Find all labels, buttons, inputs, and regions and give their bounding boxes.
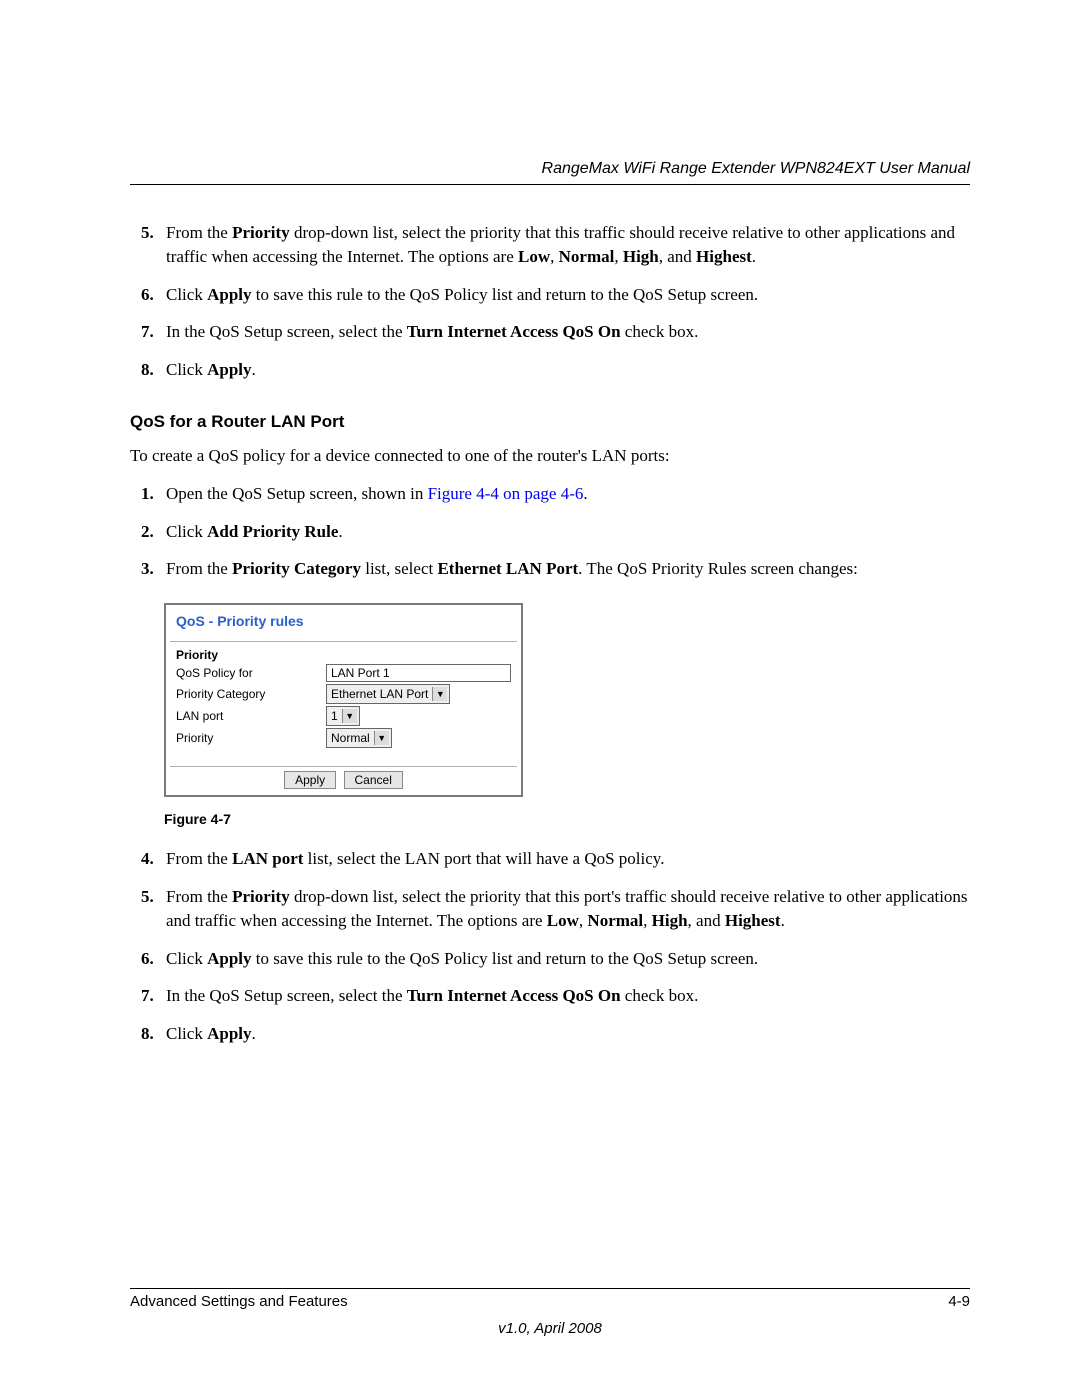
list-item: Click Apply to save this rule to the QoS… — [158, 283, 970, 307]
row-priority-category: Priority Category Ethernet LAN Port ▼ — [176, 684, 511, 704]
chevron-down-icon: ▼ — [374, 731, 389, 745]
input-policy-for[interactable] — [326, 664, 511, 682]
numbered-list-2: Open the QoS Setup screen, shown in Figu… — [158, 482, 970, 581]
label-lan-port: LAN port — [176, 709, 326, 723]
list-item: In the QoS Setup screen, select the Turn… — [158, 984, 970, 1008]
label-priority-category: Priority Category — [176, 687, 326, 701]
label-policy-for: QoS Policy for — [176, 666, 326, 680]
figure-caption: Figure 4-7 — [164, 811, 970, 827]
cancel-button[interactable]: Cancel — [344, 771, 403, 789]
header-title: RangeMax WiFi Range Extender WPN824EXT U… — [542, 160, 970, 177]
figure-button-row: Apply Cancel — [170, 766, 517, 795]
footer-right: 4-9 — [948, 1293, 970, 1310]
list-item: In the QoS Setup screen, select the Turn… — [158, 320, 970, 344]
select-lan-port[interactable]: 1 ▼ — [326, 706, 360, 726]
section-heading: QoS for a Router LAN Port — [130, 412, 970, 432]
section-intro: To create a QoS policy for a device conn… — [130, 444, 970, 468]
footer-rule — [130, 1288, 970, 1289]
figure-4-7: QoS - Priority rules Priority QoS Policy… — [164, 603, 970, 797]
page-header: RangeMax WiFi Range Extender WPN824EXT U… — [130, 160, 970, 185]
priority-section-label: Priority — [176, 648, 511, 662]
qos-priority-rules-panel: QoS - Priority rules Priority QoS Policy… — [164, 603, 523, 797]
list-item: From the Priority Category list, select … — [158, 557, 970, 581]
list-item: Click Add Priority Rule. — [158, 520, 970, 544]
list-item: Click Apply. — [158, 1022, 970, 1046]
select-priority[interactable]: Normal ▼ — [326, 728, 392, 748]
apply-button[interactable]: Apply — [284, 771, 336, 789]
list-item: From the LAN port list, select the LAN p… — [158, 847, 970, 871]
list-item: Click Apply to save this rule to the QoS… — [158, 947, 970, 971]
list-item: Open the QoS Setup screen, shown in Figu… — [158, 482, 970, 506]
row-lan-port: LAN port 1 ▼ — [176, 706, 511, 726]
select-priority-category-value: Ethernet LAN Port — [331, 687, 428, 701]
row-policy-for: QoS Policy for — [176, 664, 511, 682]
select-priority-value: Normal — [331, 731, 370, 745]
footer-version: v1.0, April 2008 — [130, 1320, 970, 1337]
list-item: From the Priority drop-down list, select… — [158, 221, 970, 269]
qos-panel-title: QoS - Priority rules — [166, 605, 521, 641]
numbered-list-1: From the Priority drop-down list, select… — [158, 221, 970, 382]
page-footer: Advanced Settings and Features 4-9 v1.0,… — [130, 1288, 970, 1337]
select-priority-category[interactable]: Ethernet LAN Port ▼ — [326, 684, 450, 704]
footer-left: Advanced Settings and Features — [130, 1293, 348, 1310]
list-item: Click Apply. — [158, 358, 970, 382]
list-item: From the Priority drop-down list, select… — [158, 885, 970, 933]
row-priority: Priority Normal ▼ — [176, 728, 511, 748]
select-lan-port-value: 1 — [331, 709, 338, 723]
chevron-down-icon: ▼ — [432, 687, 447, 701]
numbered-list-3: From the LAN port list, select the LAN p… — [158, 847, 970, 1046]
label-priority: Priority — [176, 731, 326, 745]
chevron-down-icon: ▼ — [342, 709, 357, 723]
